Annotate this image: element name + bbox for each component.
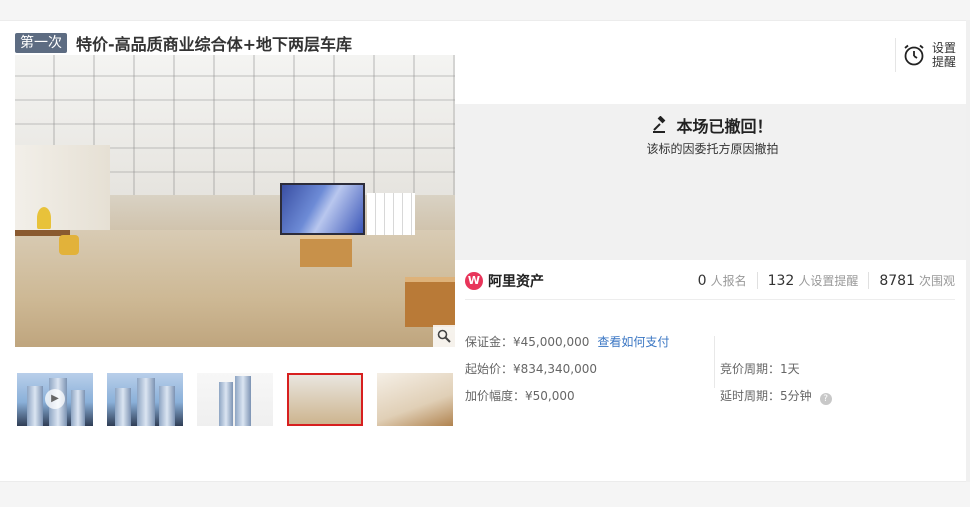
play-icon[interactable]: ▶	[45, 389, 65, 409]
zoom-button[interactable]	[433, 325, 455, 347]
chair	[59, 235, 79, 255]
thumbnail-active[interactable]	[287, 373, 363, 426]
start-price: 起始价：¥834,340,000	[465, 362, 597, 376]
stat-reminders: 132 人设置提醒	[756, 272, 869, 289]
stat-label: 人设置提醒	[798, 274, 859, 288]
stats: 0 人报名 132 人设置提醒 8781 次围观	[688, 272, 955, 289]
stats-row: W 阿里资产 0 人报名 132 人设置提醒 8781 次围观	[465, 262, 955, 300]
withdrawn-reason: 该标的因委托方原因撤拍	[646, 142, 779, 156]
stat-views: 8781 次围观	[868, 272, 955, 289]
deposit-row: 保证金：¥45,000,000 查看如何支付	[465, 333, 669, 350]
bid-increment: 加价幅度：¥50,000	[465, 389, 575, 403]
building	[159, 386, 175, 426]
stat-label: 人报名	[710, 274, 747, 288]
counter-2	[405, 277, 455, 327]
scrollbar[interactable]	[966, 20, 970, 482]
withdrawn-title: 本场已撤回！	[676, 117, 773, 136]
building	[235, 376, 251, 426]
thumbnail-strip: ▶	[17, 373, 453, 426]
stat-value: 8781	[879, 273, 915, 289]
counter	[300, 235, 352, 267]
main-image[interactable]	[15, 55, 455, 347]
delay-cycle-row: 延时周期：5分钟?	[720, 387, 832, 405]
deposit-value: 保证金：¥45,000,000	[465, 335, 590, 349]
thumbnail[interactable]: ▶	[17, 373, 93, 426]
reminder-label: 设置提醒	[932, 41, 957, 69]
stat-value: 0	[697, 273, 707, 289]
column-divider	[714, 336, 715, 388]
help-icon[interactable]: ?	[819, 393, 832, 405]
magnifier-icon	[437, 329, 451, 343]
set-reminder-button[interactable]: 设置提醒	[895, 38, 958, 72]
delay-cycle: 延时周期：5分钟	[720, 389, 812, 403]
stat-value: 132	[767, 273, 795, 289]
display-screen	[280, 183, 365, 235]
page-title: 特价-高品质商业综合体+地下两层车库	[76, 35, 353, 54]
platform-logo[interactable]: W 阿里资产	[465, 271, 544, 291]
building	[137, 378, 155, 426]
plant	[37, 207, 51, 229]
stat-label: 次围观	[918, 274, 955, 288]
alarm-clock-icon	[904, 44, 924, 66]
stat-registrations: 0 人报名	[688, 272, 757, 289]
floor	[15, 230, 455, 347]
building	[219, 382, 233, 426]
building	[71, 390, 85, 426]
thumbnail[interactable]	[197, 373, 273, 426]
bid-cycle: 竞价周期：1天	[720, 362, 800, 376]
platform-name: 阿里资产	[488, 273, 544, 290]
round-tag: 第一次	[15, 33, 67, 53]
ali-logo-icon: W	[465, 271, 483, 290]
how-to-pay-link[interactable]: 查看如何支付	[597, 335, 669, 349]
building	[115, 388, 131, 426]
thumbnail[interactable]	[377, 373, 453, 426]
withdrawn-title-row: 本场已撤回！	[455, 113, 970, 137]
shelf	[367, 193, 415, 235]
building	[27, 386, 43, 426]
gavel-icon	[653, 116, 666, 133]
title-row: 第一次 特价-高品质商业综合体+地下两层车库	[15, 32, 352, 54]
thumbnail[interactable]	[107, 373, 183, 426]
withdrawn-panel: 本场已撤回！ 该标的因委托方原因撤拍	[455, 104, 970, 260]
